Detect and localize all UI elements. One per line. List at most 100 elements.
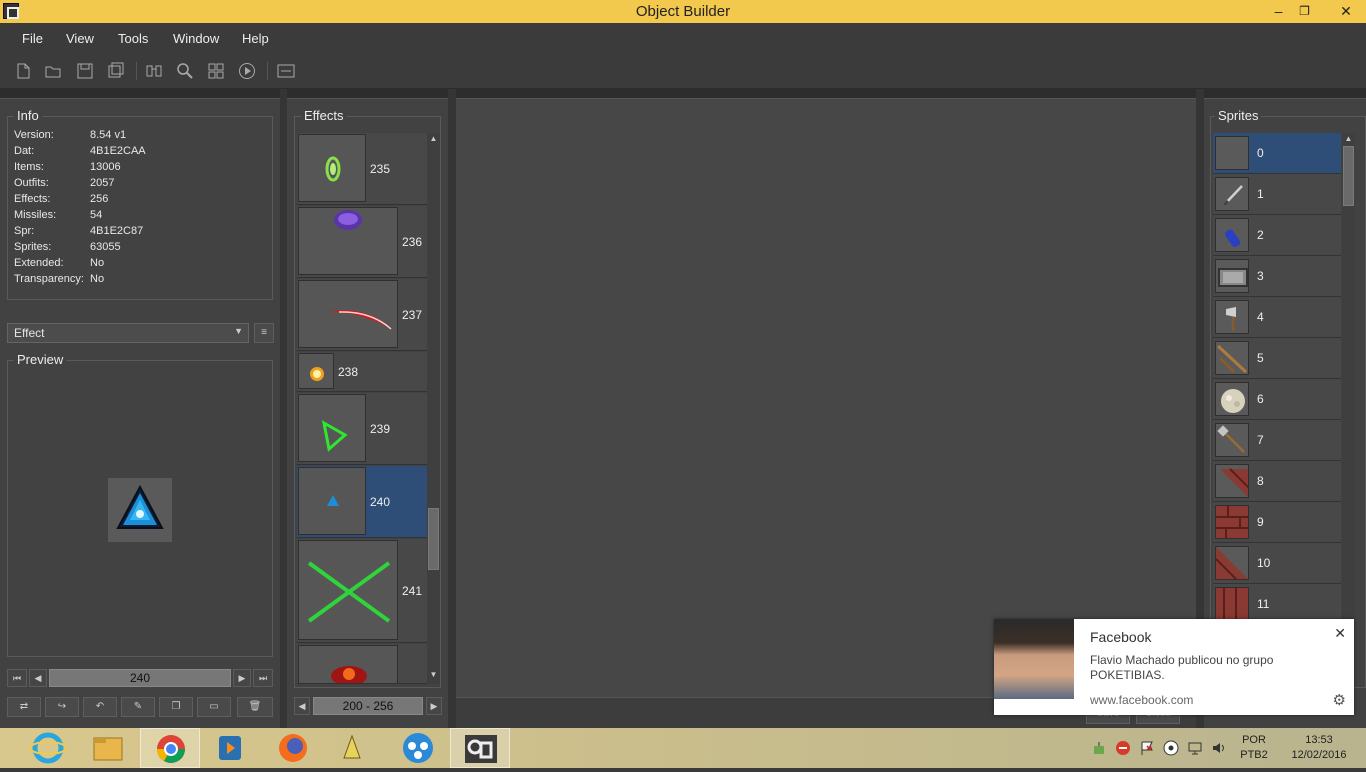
scroll-up-icon[interactable]: ▲ [427, 134, 440, 143]
scroll-thumb[interactable] [428, 508, 439, 570]
search-icon[interactable] [176, 62, 194, 80]
effects-scrollbar[interactable] [427, 133, 440, 684]
save-icon[interactable] [76, 62, 94, 80]
sprite-item[interactable]: 5 [1213, 338, 1341, 379]
app-icon[interactable] [388, 728, 448, 768]
undo-icon[interactable]: ↶ [83, 697, 117, 717]
notification-message: Flavio Machado publicou no grupo POKETIB… [1090, 653, 1274, 682]
next-button[interactable]: ▶ [233, 669, 251, 687]
antivirus-icon[interactable] [1115, 740, 1131, 756]
list-item[interactable]: 238 [297, 352, 427, 392]
scroll-thumb[interactable] [1343, 146, 1354, 206]
play-icon[interactable] [238, 62, 256, 80]
effects-prev-button[interactable]: ◀ [294, 697, 310, 715]
restore-button[interactable]: ❐ [1291, 0, 1318, 23]
sprite-item[interactable]: 8 [1213, 461, 1341, 502]
edit-icon[interactable]: ✎ [121, 697, 155, 717]
pile-icon [1215, 382, 1249, 416]
list-item[interactable]: 237 [297, 279, 427, 351]
preview-image [108, 478, 172, 542]
close-window-button[interactable]: ✕ [1326, 0, 1366, 23]
splitter[interactable] [280, 89, 287, 728]
menu-view[interactable]: View [66, 31, 94, 46]
file-explorer-icon[interactable] [78, 728, 138, 768]
menu-tools[interactable]: Tools [118, 31, 148, 46]
list-item[interactable]: 241 [297, 539, 427, 643]
grid-icon[interactable] [207, 62, 225, 80]
brick-wall-icon [1215, 546, 1249, 580]
export-icon[interactable]: ↪ [45, 697, 79, 717]
splitter[interactable] [448, 89, 456, 728]
game-client-icon[interactable] [322, 728, 382, 768]
duplicate-icon[interactable]: ❐ [159, 697, 193, 717]
menu-window[interactable]: Window [173, 31, 219, 46]
title-bar: Object Builder – ❐ ✕ [0, 0, 1366, 23]
network-icon[interactable] [1091, 740, 1107, 756]
list-item[interactable]: 236 [297, 206, 427, 278]
chevron-down-icon: ▼ [234, 326, 243, 336]
sprite-id: 5 [1257, 351, 1264, 365]
menu-file[interactable]: File [22, 31, 43, 46]
sprite-item[interactable]: 2 [1213, 215, 1341, 256]
list-item[interactable] [297, 644, 427, 684]
binoculars-icon[interactable] [145, 62, 163, 80]
trash-icon[interactable]: 🗑 [237, 697, 273, 717]
effects-title: Effects [301, 108, 347, 123]
notification-toast[interactable]: Facebook ✕ Flavio Machado publicou no gr… [994, 619, 1354, 715]
firefox-icon[interactable] [263, 728, 323, 768]
sprites-scrollbar[interactable] [1342, 133, 1355, 623]
clock[interactable]: 13:53 12/02/2016 [1286, 733, 1352, 763]
info-value: No [90, 257, 105, 269]
minimize-button[interactable]: – [1265, 0, 1292, 23]
prev-button[interactable]: ◀ [29, 669, 47, 687]
internet-explorer-icon[interactable] [18, 728, 78, 768]
sprites-title: Sprites [1215, 108, 1262, 123]
scroll-up-icon[interactable]: ▲ [1342, 134, 1355, 143]
info-value: 63055 [90, 241, 121, 253]
dagger-icon [1215, 177, 1249, 211]
list-item[interactable]: 235 [297, 133, 427, 205]
effect-thumbnail [298, 540, 398, 640]
effect-thumbnail [298, 280, 398, 348]
language-indicator[interactable]: POR PTB2 [1236, 733, 1272, 763]
info-key: Outfits: [14, 177, 49, 189]
flag-icon[interactable] [1139, 740, 1155, 756]
sprite-item-selected[interactable]: 0 [1213, 133, 1341, 174]
gear-icon[interactable]: ⚙ [1333, 691, 1346, 709]
category-select[interactable]: Effect ▼ [7, 323, 249, 343]
close-icon[interactable]: ✕ [1334, 625, 1346, 642]
compile-icon[interactable] [107, 62, 125, 80]
media-player-icon[interactable] [201, 728, 261, 768]
effect-id: 238 [338, 365, 359, 379]
sprite-item[interactable]: 3 [1213, 256, 1341, 297]
current-index-field[interactable]: 240 [49, 669, 231, 687]
new-file-icon[interactable] [14, 62, 32, 80]
effect-thumbnail [298, 207, 398, 275]
info-value: 4B1E2CAA [90, 145, 146, 157]
list-item-selected[interactable]: 240 [297, 466, 427, 538]
sprite-item[interactable]: 9 [1213, 502, 1341, 543]
last-button[interactable]: ⏭ [253, 669, 273, 687]
sprite-item[interactable]: 10 [1213, 543, 1341, 584]
soccer-ball-icon[interactable] [1163, 740, 1179, 756]
scroll-down-icon[interactable]: ▼ [427, 670, 440, 679]
sprite-item[interactable]: 6 [1213, 379, 1341, 420]
menu-help[interactable]: Help [242, 31, 269, 46]
list-options-icon[interactable]: ≡ [254, 323, 274, 343]
new-object-icon[interactable]: ▭ [197, 697, 231, 717]
first-button[interactable]: ⏮ [7, 669, 27, 687]
open-folder-icon[interactable] [44, 62, 62, 80]
chrome-icon[interactable] [140, 728, 200, 768]
list-item[interactable]: 239 [297, 393, 427, 465]
object-builder-icon[interactable] [450, 728, 510, 768]
volume-icon[interactable] [1211, 740, 1227, 756]
network-status-icon[interactable] [1187, 740, 1203, 756]
replace-icon[interactable]: ⇄ [7, 697, 41, 717]
effects-next-button[interactable]: ▶ [426, 697, 442, 715]
sprite-item[interactable]: 7 [1213, 420, 1341, 461]
log-icon[interactable] [277, 62, 295, 80]
effects-range-field[interactable]: 200 - 256 [313, 697, 423, 715]
sprite-item[interactable]: 1 [1213, 174, 1341, 215]
info-value: 2057 [90, 177, 115, 189]
sprite-item[interactable]: 4 [1213, 297, 1341, 338]
